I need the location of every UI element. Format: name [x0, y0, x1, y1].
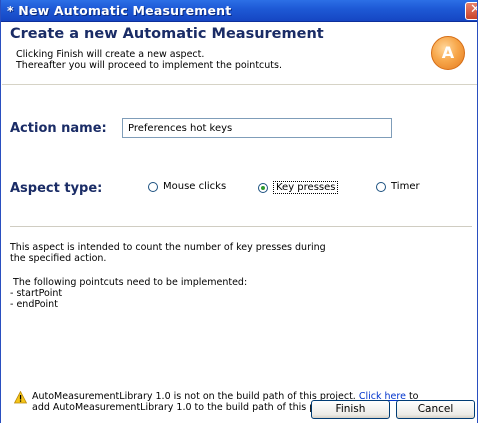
- radio-key-presses-label[interactable]: Key presses: [273, 181, 339, 194]
- pointcuts-list: The following pointcuts need to be imple…: [10, 277, 247, 310]
- aspect-type-label: Aspect type:: [10, 181, 103, 196]
- radio-mouse-clicks-circle[interactable]: [148, 181, 158, 192]
- warning-icon: [14, 391, 27, 404]
- dialog-content: Action name: Aspect type: Mouse clicks K…: [2, 85, 477, 423]
- pointcut-end: - endPoint: [10, 299, 58, 310]
- aspect-description: This aspect is intended to count the num…: [10, 242, 326, 264]
- pointcuts-intro: The following pointcuts need to be imple…: [10, 277, 248, 288]
- radio-timer-label[interactable]: Timer: [391, 181, 420, 192]
- banner-description-line1: Clicking Finish will create a new aspect…: [16, 49, 205, 60]
- banner-description-line2: Thereafter you will proceed to implement…: [16, 60, 282, 71]
- app-logo-icon: A: [431, 36, 465, 70]
- window-title: * New Automatic Measurement: [7, 3, 232, 18]
- banner-description: Clicking Finish will create a new aspect…: [16, 49, 282, 71]
- radio-mouse-clicks-label[interactable]: Mouse clicks: [163, 181, 226, 192]
- radio-key-presses-circle[interactable]: [258, 182, 268, 193]
- app-logo-letter: A: [441, 43, 455, 62]
- header-banner: Create a new Automatic Measurement Click…: [2, 22, 477, 85]
- radio-mouse-clicks[interactable]: Mouse clicks: [148, 181, 226, 192]
- aspect-description-line1: This aspect is intended to count the num…: [10, 242, 326, 253]
- radio-timer[interactable]: Timer: [376, 181, 420, 192]
- aspect-description-line2: the specified action.: [10, 253, 107, 264]
- action-name-label: Action name:: [10, 121, 107, 136]
- radio-key-presses[interactable]: Key presses: [258, 181, 339, 194]
- finish-button[interactable]: Finish: [311, 400, 390, 419]
- separator: [10, 226, 472, 227]
- close-button[interactable]: ✕: [465, 2, 477, 20]
- action-name-input[interactable]: [122, 118, 392, 138]
- title-bar[interactable]: * New Automatic Measurement ✕: [1, 0, 477, 22]
- pointcut-start: - startPoint: [10, 288, 63, 299]
- close-icon: ✕: [470, 2, 477, 17]
- cancel-button[interactable]: Cancel: [396, 400, 475, 419]
- dialog-window: * New Automatic Measurement ✕ Create a n…: [0, 0, 478, 423]
- warning-text-before: AutoMeasurementLibrary 1.0 is not on the…: [32, 391, 359, 402]
- radio-timer-circle[interactable]: [376, 181, 386, 192]
- page-title: Create a new Automatic Measurement: [10, 26, 324, 42]
